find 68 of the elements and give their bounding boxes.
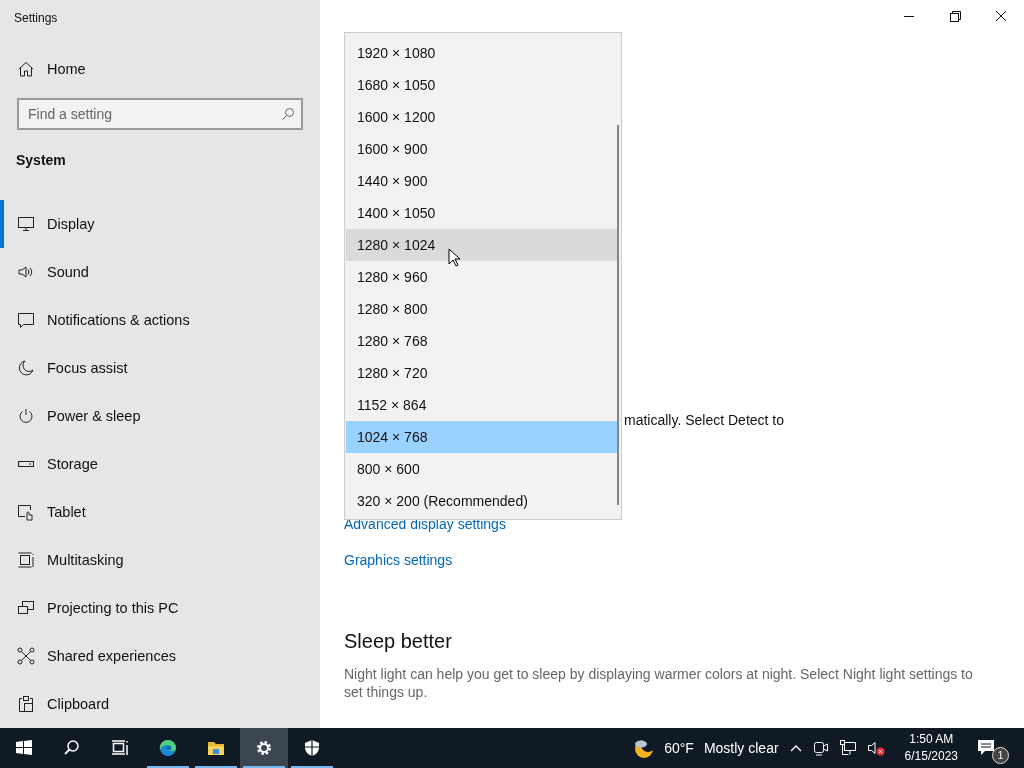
dropdown-option[interactable]: 1152 × 864 — [346, 389, 617, 421]
window-title: Settings — [13, 10, 59, 27]
home-link[interactable]: Home — [0, 46, 320, 91]
shield-icon — [302, 738, 322, 758]
running-indicator — [147, 766, 189, 768]
resolution-dropdown[interactable]: 1920 × 1080 1680 × 1050 1600 × 1200 1600 × 900 1440 × 900 1400 × 1050 1280 × 1024 1280 × 960 1280 × 800 1280 × 768 1280 × 720 1152 × 864 1024 × 768 800 × 600 320 × 200 (Recommended) — [344, 32, 622, 520]
speaker-icon — [17, 263, 35, 281]
notification-button[interactable]: 1 — [976, 731, 1010, 765]
sidebar-item[interactable]: Tablet — [0, 488, 320, 536]
description-text: Night light can help you get to sleep by displaying warmer colors at night. Select Night light settings to set things up. — [344, 665, 974, 701]
temperature-text[interactable]: 60°F — [664, 740, 694, 756]
running-indicator — [291, 766, 333, 768]
dropdown-option[interactable]: 320 × 200 (Recommended) — [346, 485, 617, 517]
scrollbar-thumb[interactable] — [617, 125, 619, 505]
power-icon — [17, 407, 35, 425]
dropdown-option[interactable]: 1280 × 960 — [346, 261, 617, 293]
monitor-icon — [17, 215, 35, 233]
speech-bubble-icon — [17, 311, 35, 329]
sidebar-item[interactable]: Focus assist — [0, 344, 320, 392]
search-field[interactable]: Find a setting — [17, 97, 303, 130]
dropdown-option[interactable]: 1920 × 1080 — [346, 37, 617, 69]
dropdown-option[interactable]: 1280 × 720 — [346, 357, 617, 389]
running-indicator — [195, 766, 237, 768]
settings-link[interactable]: Graphics settings — [344, 552, 1024, 568]
muted-speaker-icon[interactable] — [866, 739, 887, 757]
running-indicator — [243, 766, 285, 768]
sidebar-item[interactable]: Power & sleep — [0, 392, 320, 440]
cursor-icon — [448, 248, 462, 268]
dropdown-option[interactable]: 1440 × 900 — [346, 165, 617, 197]
projector-icon — [17, 599, 35, 617]
sidebar-item[interactable]: Shared experiences — [0, 632, 320, 680]
home-icon — [17, 59, 35, 78]
clock-date[interactable]: 6/15/2023 — [904, 748, 958, 765]
dropdown-option[interactable]: 1680 × 1050 — [346, 69, 617, 101]
weather-text[interactable]: Mostly clear — [703, 740, 779, 756]
sidebar-item[interactable]: Projecting to this PC — [0, 584, 320, 632]
sidebar-item[interactable]: Clipboard — [0, 680, 320, 728]
sidebar-item[interactable]: Notifications & actions — [0, 296, 320, 344]
tablet-icon — [17, 503, 35, 521]
dropdown-option[interactable]: 1024 × 768 — [346, 421, 617, 453]
settings-icon — [254, 738, 274, 758]
sidebar-item[interactable]: Multitasking — [0, 536, 320, 584]
clock-time[interactable]: 1:50 AM — [909, 731, 954, 748]
task-view-icon — [110, 738, 130, 758]
notification-count: 1 — [992, 747, 1009, 764]
section-heading: System — [15, 150, 67, 170]
moon-icon — [17, 359, 35, 377]
sidebar-item[interactable]: Storage — [0, 440, 320, 488]
network-icon[interactable] — [838, 739, 857, 757]
sidebar-item[interactable]: Sound — [0, 248, 320, 296]
windows-icon — [14, 738, 34, 758]
section-heading: Sleep better — [344, 630, 453, 653]
network-nodes-icon — [17, 647, 35, 665]
taskbar-button[interactable] — [240, 728, 288, 768]
dropdown-option[interactable]: 1600 × 1200 — [346, 101, 617, 133]
search-icon — [281, 106, 295, 121]
dropdown-option[interactable]: 1280 × 1024 — [346, 229, 617, 261]
multitasking-icon — [17, 551, 35, 569]
dropdown-option[interactable]: 1400 × 1050 — [346, 197, 617, 229]
description-text: matically. Select Detect to — [624, 412, 786, 430]
dropdown-option[interactable]: 1280 × 800 — [346, 293, 617, 325]
clipboard-icon — [17, 695, 35, 713]
camera-icon[interactable] — [812, 739, 829, 757]
browser-icon — [158, 738, 178, 758]
dropdown-option[interactable]: 800 × 600 — [346, 453, 617, 485]
dropdown-option[interactable]: 1600 × 900 — [346, 133, 617, 165]
sidebar-item[interactable]: Display — [0, 200, 320, 248]
dropdown-option[interactable]: 1280 × 768 — [346, 325, 617, 357]
